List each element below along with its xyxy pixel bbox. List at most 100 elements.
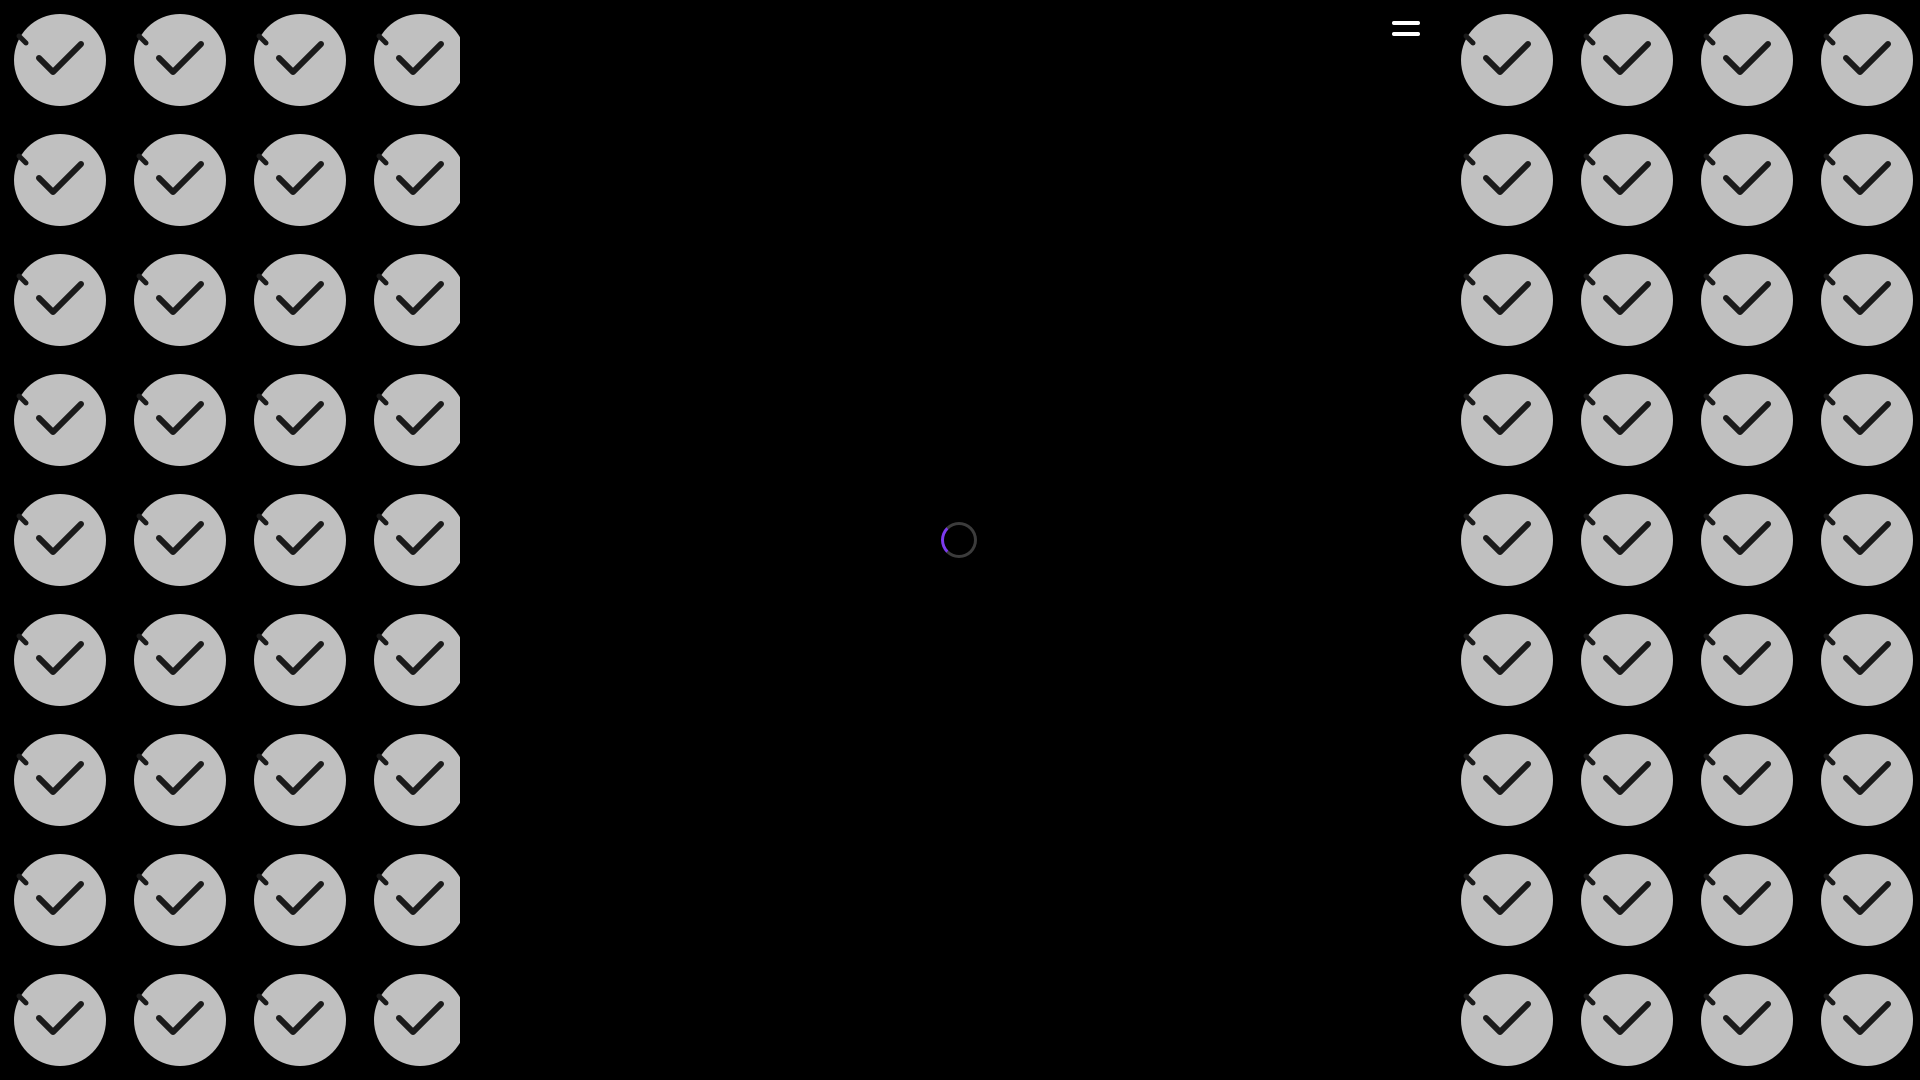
checkmark-tile[interactable] [133, 493, 227, 587]
checkmark-tile[interactable] [1700, 253, 1794, 347]
checkmark-tile[interactable] [1820, 133, 1914, 227]
checkmark-tile[interactable] [133, 973, 227, 1067]
checkmark-circle-icon [1701, 254, 1793, 346]
checkmark-tile[interactable] [133, 133, 227, 227]
checkmark-tile[interactable] [253, 13, 347, 107]
checkmark-circle-icon [1701, 374, 1793, 466]
checkmark-tile[interactable] [1820, 613, 1914, 707]
checkmark-tile[interactable] [373, 613, 460, 707]
checkmark-circle-icon [1461, 134, 1553, 226]
checkmark-circle-icon [1461, 854, 1553, 946]
checkmark-circle-icon [1701, 974, 1793, 1066]
checkmark-circle-icon [1821, 134, 1913, 226]
checkmark-tile[interactable] [13, 253, 107, 347]
checkmark-circle-icon [1701, 134, 1793, 226]
checkmark-circle-icon [254, 854, 346, 946]
checkmark-circle-icon [14, 374, 106, 466]
checkmark-tile[interactable] [1700, 373, 1794, 467]
checkmark-tile[interactable] [13, 613, 107, 707]
checkmark-tile[interactable] [1580, 973, 1674, 1067]
checkmark-tile[interactable] [1700, 733, 1794, 827]
checkmark-tile[interactable] [1580, 133, 1674, 227]
checkmark-tile[interactable] [13, 853, 107, 947]
checkmark-circle-icon [134, 734, 226, 826]
checkmark-tile[interactable] [1580, 493, 1674, 587]
checkmark-tile[interactable] [133, 13, 227, 107]
checkmark-circle-icon [1581, 974, 1673, 1066]
checkmark-circle-icon [374, 854, 460, 946]
checkmark-tile[interactable] [1700, 613, 1794, 707]
checkmark-tile[interactable] [253, 733, 347, 827]
checkmark-circle-icon [134, 614, 226, 706]
checkmark-tile[interactable] [373, 733, 460, 827]
checkmark-tile[interactable] [133, 253, 227, 347]
checkmark-tile[interactable] [133, 733, 227, 827]
checkmark-tile[interactable] [133, 373, 227, 467]
checkmark-tile[interactable] [133, 853, 227, 947]
checkmark-tile[interactable] [1460, 13, 1554, 107]
checkmark-circle-icon [1821, 854, 1913, 946]
checkmark-tile[interactable] [373, 373, 460, 467]
checkmark-tile[interactable] [1820, 853, 1914, 947]
checkmark-tile[interactable] [1820, 373, 1914, 467]
checkmark-tile[interactable] [1580, 373, 1674, 467]
checkmark-circle-icon [14, 14, 106, 106]
checkmark-circle-icon [1581, 134, 1673, 226]
checkmark-circle-icon [374, 14, 460, 106]
checkmark-tile[interactable] [1820, 13, 1914, 107]
checkmark-tile[interactable] [373, 493, 460, 587]
checkmark-tile[interactable] [13, 973, 107, 1067]
checkmark-tile[interactable] [1460, 973, 1554, 1067]
checkmark-tile[interactable] [373, 13, 460, 107]
checkmark-tile[interactable] [1820, 733, 1914, 827]
checkmark-tile[interactable] [253, 133, 347, 227]
checkmark-circle-icon [14, 494, 106, 586]
checkmark-tile[interactable] [1460, 133, 1554, 227]
checkmark-circle-icon [1821, 374, 1913, 466]
checkmark-tile[interactable] [13, 133, 107, 227]
checkmark-tile[interactable] [253, 253, 347, 347]
checkmark-tile[interactable] [1460, 253, 1554, 347]
checkmark-circle-icon [134, 974, 226, 1066]
checkmark-tile[interactable] [1580, 733, 1674, 827]
checkmark-tile[interactable] [1700, 973, 1794, 1067]
checkmark-tile[interactable] [13, 373, 107, 467]
checkmark-tile[interactable] [253, 493, 347, 587]
checkmark-tile[interactable] [1460, 373, 1554, 467]
checkmark-tile[interactable] [373, 853, 460, 947]
checkmark-tile[interactable] [1580, 253, 1674, 347]
checkmark-tile[interactable] [1700, 133, 1794, 227]
checkmark-circle-icon [254, 134, 346, 226]
checkmark-tile[interactable] [1460, 853, 1554, 947]
checkmark-tile[interactable] [373, 133, 460, 227]
checkmark-tile[interactable] [373, 973, 460, 1067]
checkmark-tile[interactable] [13, 13, 107, 107]
checkmark-tile[interactable] [1820, 253, 1914, 347]
checkmark-circle-icon [1701, 494, 1793, 586]
checkmark-tile[interactable] [13, 493, 107, 587]
checkmark-tile[interactable] [1460, 613, 1554, 707]
checkmark-tile[interactable] [13, 733, 107, 827]
checkmark-circle-icon [374, 254, 460, 346]
checkmark-tile[interactable] [253, 373, 347, 467]
checkmark-tile[interactable] [1700, 493, 1794, 587]
checkmark-tile[interactable] [133, 613, 227, 707]
checkmark-tile[interactable] [1700, 853, 1794, 947]
checkmark-circle-icon [1701, 14, 1793, 106]
checkmark-circle-icon [134, 854, 226, 946]
checkmark-tile[interactable] [1700, 13, 1794, 107]
checkmark-tile[interactable] [1460, 733, 1554, 827]
checkmark-tile[interactable] [253, 613, 347, 707]
checkmark-tile[interactable] [1820, 973, 1914, 1067]
checkmark-circle-icon [1581, 614, 1673, 706]
hamburger-menu-icon[interactable] [1392, 18, 1422, 42]
checkmark-tile[interactable] [373, 253, 460, 347]
checkmark-tile[interactable] [253, 853, 347, 947]
checkmark-tile[interactable] [1580, 13, 1674, 107]
checkmark-tile[interactable] [1820, 493, 1914, 587]
checkmark-tile[interactable] [253, 973, 347, 1067]
checkmark-tile[interactable] [1460, 493, 1554, 587]
checkmark-circle-icon [254, 614, 346, 706]
checkmark-tile[interactable] [1580, 613, 1674, 707]
checkmark-tile[interactable] [1580, 853, 1674, 947]
